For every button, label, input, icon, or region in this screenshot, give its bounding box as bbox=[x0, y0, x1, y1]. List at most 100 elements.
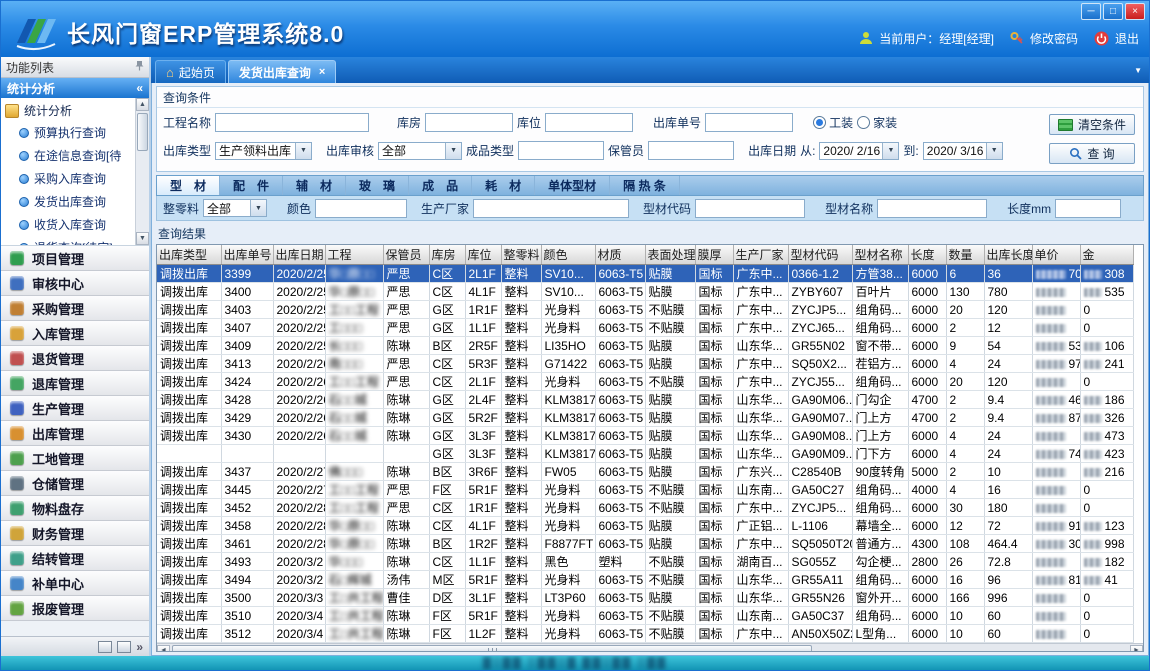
material-tab[interactable]: 耗 材 bbox=[472, 176, 535, 195]
radio-gongzhuang[interactable]: 工装 bbox=[813, 114, 853, 131]
column-header[interactable]: 工程 bbox=[325, 245, 383, 265]
sidebar-menu-item[interactable]: 采购管理 bbox=[1, 296, 149, 321]
tab-outbound-query[interactable]: 发货出库查询 × bbox=[228, 60, 336, 83]
table-row[interactable]: 调拨出库35002020/3/3工□共工程曹佳D区3L1F整料LT3P60606… bbox=[157, 589, 1133, 607]
sidebar-menu-item[interactable]: 物料盘存 bbox=[1, 496, 149, 521]
material-tab[interactable]: 成 品 bbox=[409, 176, 472, 195]
radio-jiazhuang[interactable]: 家装 bbox=[857, 114, 897, 131]
order-no-input[interactable] bbox=[705, 113, 793, 132]
table-row[interactable]: 调拨出库34092020/2/25长□□□陈琳B区2R5F整料LI35HO606… bbox=[157, 337, 1133, 355]
tree-root-item[interactable]: 统计分析 bbox=[1, 100, 149, 121]
audit-select[interactable]: 全部▼ bbox=[378, 142, 462, 160]
chevrons-icon[interactable]: » bbox=[136, 640, 143, 654]
sidebar-menu-item[interactable]: 出库管理 bbox=[1, 421, 149, 446]
column-header[interactable]: 整零料 bbox=[501, 245, 541, 265]
computer-icon[interactable] bbox=[117, 641, 131, 653]
project-name-input[interactable] bbox=[215, 113, 369, 132]
sidebar-menu-item[interactable]: 生产管理 bbox=[1, 396, 149, 421]
hscroll-thumb[interactable] bbox=[172, 645, 812, 652]
column-header[interactable]: 单价 bbox=[1032, 245, 1080, 265]
name-input[interactable] bbox=[877, 199, 987, 218]
change-password-button[interactable]: 修改密码 bbox=[1030, 30, 1078, 47]
material-tab[interactable]: 型 材 bbox=[157, 176, 220, 195]
tab-home[interactable]: ⌂ 起始页 bbox=[155, 60, 226, 83]
table-row[interactable]: 调拨出库34372020/2/27佛□□□陈琳B区3R6F整料FW056063-… bbox=[157, 463, 1133, 481]
panel-icon[interactable] bbox=[98, 641, 112, 653]
table-row[interactable]: 调拨出库35122020/3/4工□共工程陈琳F区1L2F整料光身料6063-T… bbox=[157, 625, 1133, 643]
column-header[interactable]: 长度 bbox=[908, 245, 946, 265]
table-row[interactable]: 调拨出库34452020/2/27工□□工程严思F区5R1F整料光身料6063-… bbox=[157, 481, 1133, 499]
tree-item[interactable]: 收货入库查询 bbox=[1, 213, 149, 236]
column-header[interactable]: 金 bbox=[1080, 245, 1133, 265]
sidebar-section-header[interactable]: 统计分析 « bbox=[1, 78, 149, 98]
collapse-icon[interactable]: « bbox=[136, 81, 143, 95]
column-header[interactable]: 型材代码 bbox=[788, 245, 852, 265]
table-row[interactable]: 调拨出库34032020/2/25工□□工程严思G区1R1F整料光身料6063-… bbox=[157, 301, 1133, 319]
outbound-type-select[interactable]: 生产领料出库▼ bbox=[215, 142, 312, 160]
column-header[interactable]: 出库日期 bbox=[273, 245, 325, 265]
sidebar-menu-item[interactable]: 财务管理 bbox=[1, 521, 149, 546]
sidebar-menu-item[interactable]: 报废管理 bbox=[1, 596, 149, 621]
zhengling-select[interactable]: 全部▼ bbox=[203, 199, 267, 217]
sidebar-menu-item[interactable]: 结转管理 bbox=[1, 546, 149, 571]
table-row[interactable]: 调拨出库34072020/2/25工□□□严思G区1L1F整料光身料6063-T… bbox=[157, 319, 1133, 337]
material-tab[interactable]: 配 件 bbox=[220, 176, 283, 195]
column-header[interactable]: 颜色 bbox=[541, 245, 595, 265]
sidebar-menu-item[interactable]: 退货管理 bbox=[1, 346, 149, 371]
table-row[interactable]: 调拨出库35102020/3/4工□共工程陈琳F区5R1F整料光身料6063-T… bbox=[157, 607, 1133, 625]
tree-item[interactable]: 预算执行查询 bbox=[1, 121, 149, 144]
tree-item[interactable]: 在途信息查询[待 bbox=[1, 144, 149, 167]
pin-icon[interactable] bbox=[135, 60, 144, 74]
scroll-down-icon[interactable]: ▼ bbox=[136, 232, 149, 245]
column-header[interactable]: 生产厂家 bbox=[733, 245, 788, 265]
close-button[interactable]: × bbox=[1125, 3, 1145, 20]
to-date-select[interactable]: 2020/ 3/16▼ bbox=[923, 142, 1003, 160]
table-row[interactable]: 调拨出库34242020/2/26工□□工程严思C区2L1F整料光身料6063-… bbox=[157, 373, 1133, 391]
table-row[interactable]: 调拨出库34942020/3/2石□辉城汤伟M区5R1F整料光身料6063-T5… bbox=[157, 571, 1133, 589]
keeper-input[interactable] bbox=[648, 141, 734, 160]
table-row[interactable]: 调拨出库34582020/2/28华□原□□陈琳C区4L1F整料光身料6063-… bbox=[157, 517, 1133, 535]
color-input[interactable] bbox=[315, 199, 407, 218]
search-button[interactable]: 查 询 bbox=[1049, 143, 1135, 164]
material-tab[interactable]: 隔 热 条 bbox=[610, 176, 680, 195]
tree-scroll-thumb[interactable] bbox=[137, 113, 148, 151]
horizontal-scrollbar[interactable]: ◄ ► bbox=[157, 643, 1143, 652]
location-input[interactable] bbox=[545, 113, 633, 132]
clear-button[interactable]: 清空条件 bbox=[1049, 114, 1135, 135]
column-header[interactable]: 表面处理 bbox=[645, 245, 695, 265]
column-header[interactable]: 库房 bbox=[429, 245, 465, 265]
column-header[interactable]: 出库类型 bbox=[157, 245, 221, 265]
tree-item[interactable]: 退货查询[待定] bbox=[1, 236, 149, 246]
table-row[interactable]: 调拨出库34302020/2/26石□□城陈琳G区3L3F整料KLM381760… bbox=[157, 427, 1133, 445]
column-header[interactable]: 型材名称 bbox=[852, 245, 908, 265]
column-header[interactable]: 膜厚 bbox=[695, 245, 733, 265]
tree-scrollbar[interactable]: ▲ ▼ bbox=[135, 98, 149, 245]
tree-item[interactable]: 发货出库查询 bbox=[1, 190, 149, 213]
scroll-up-icon[interactable]: ▲ bbox=[136, 98, 149, 111]
sidebar-menu-item[interactable]: 审核中心 bbox=[1, 271, 149, 296]
sidebar-menu-item[interactable]: 项目管理 bbox=[1, 246, 149, 271]
product-type-input[interactable] bbox=[518, 141, 604, 160]
column-header[interactable]: 库位 bbox=[465, 245, 501, 265]
sidebar-menu-item[interactable]: 入库管理 bbox=[1, 321, 149, 346]
material-tab[interactable]: 单体型材 bbox=[535, 176, 610, 195]
column-header[interactable]: 数量 bbox=[946, 245, 984, 265]
table-row[interactable]: 调拨出库33992020/2/25华□原□□严思C区2L1F整料SV10...6… bbox=[157, 265, 1133, 283]
maximize-button[interactable]: □ bbox=[1103, 3, 1123, 20]
table-row[interactable]: 调拨出库34132020/2/26南□□□严思C区5R3F整料G71422606… bbox=[157, 355, 1133, 373]
material-tab[interactable]: 辅 材 bbox=[283, 176, 346, 195]
column-header[interactable]: 材质 bbox=[595, 245, 645, 265]
sidebar-menu-item[interactable]: 仓储管理 bbox=[1, 471, 149, 496]
table-row[interactable]: 调拨出库34282020/2/26石□□城陈琳G区2L4F整料KLM381760… bbox=[157, 391, 1133, 409]
from-date-select[interactable]: 2020/ 2/16▼ bbox=[819, 142, 899, 160]
table-row[interactable]: 调拨出库34932020/3/2华□□□陈琳C区1L1F整料黑色塑料不贴膜国标湖… bbox=[157, 553, 1133, 571]
table-row[interactable]: 调拨出库34612020/2/28华□原□□陈琳B区1R2F整料F8877FT6… bbox=[157, 535, 1133, 553]
scroll-right-icon[interactable]: ► bbox=[1130, 645, 1143, 653]
column-header[interactable]: 保管员 bbox=[383, 245, 429, 265]
tab-list-dropdown-icon[interactable]: ▼ bbox=[1134, 66, 1142, 75]
sidebar-menu-item[interactable]: 退库管理 bbox=[1, 371, 149, 396]
sidebar-menu-item[interactable]: 补单中心 bbox=[1, 571, 149, 596]
warehouse-input[interactable] bbox=[425, 113, 513, 132]
table-row[interactable]: 调拨出库34002020/2/25华□原□□严思C区4L1F整料SV10...6… bbox=[157, 283, 1133, 301]
table-row[interactable]: 调拨出库34522020/2/28工□□工程严思C区1R1F整料光身料6063-… bbox=[157, 499, 1133, 517]
